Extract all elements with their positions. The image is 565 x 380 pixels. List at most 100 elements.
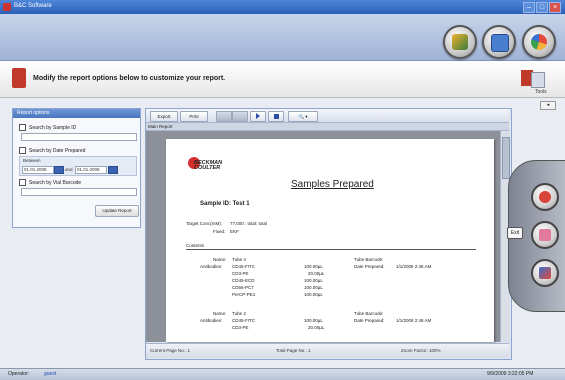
name-value: Tube 4 [232, 257, 246, 262]
exit-button[interactable]: Exit [507, 227, 523, 239]
antibodies-label: Antibodies: [200, 318, 223, 323]
option-vial-barcode[interactable]: Search by Vial Barcode [19, 179, 81, 186]
collapse-button[interactable]: ◂ [540, 101, 556, 110]
date-to-input[interactable]: 01.01.2008 [75, 166, 107, 174]
main-report-tab[interactable]: Main Report [146, 123, 509, 131]
first-page-button[interactable] [216, 111, 232, 122]
play-icon [256, 113, 260, 119]
list-icon [539, 229, 551, 241]
option-sample-id[interactable]: Search by Sample ID [19, 124, 76, 131]
calendar-from-icon[interactable] [54, 166, 64, 174]
close-button[interactable]: × [549, 2, 561, 13]
antibodies-label: Antibodies: [200, 264, 223, 269]
pie-chart-icon [531, 34, 547, 50]
amount: 100.00µL [304, 292, 323, 297]
report-toolbar: Export Print 🔍 ▾ [146, 109, 509, 123]
antibody: CD3-PE [232, 325, 249, 330]
date-prepared-value: 1/1/2008 2:48 AM [396, 318, 432, 323]
operator-value: guest [44, 371, 57, 377]
last-page-button[interactable] [268, 111, 284, 122]
report-book-icon [12, 68, 26, 88]
date-range-box: Between 01.01.2008 and 01.01.2008 [19, 156, 137, 176]
tools-page-icon [531, 72, 545, 88]
tools-label: Tools [535, 89, 547, 95]
sample-id-input[interactable] [21, 133, 137, 141]
amount: 20.00µL [308, 325, 325, 330]
dock-chart-button[interactable] [531, 259, 559, 287]
logo-text: BECKMAN COULTER [194, 160, 223, 171]
name-value: Tube 2 [232, 311, 246, 316]
tube-barcode-label: Tube Barcode: [354, 311, 384, 316]
zoom-dropdown[interactable]: 🔍 ▾ [288, 111, 318, 122]
target-conc-label: Target Conc(mM): [186, 221, 223, 226]
contents-header: Contents [186, 243, 205, 248]
prev-page-button[interactable] [232, 111, 248, 122]
report-icon [539, 191, 551, 203]
amount: 100.00µL [304, 285, 323, 290]
between-label: Between [23, 158, 41, 163]
print-button[interactable]: Print [180, 111, 208, 122]
zoom-factor: Zoom Factor: 100% [401, 348, 441, 353]
report-icon [491, 34, 509, 52]
date-from-input[interactable]: 01.01.2008 [22, 166, 54, 174]
date-prepared-label: Date Prepared: [354, 318, 385, 323]
option-date-prepared[interactable]: Search by Date Prepared [19, 147, 85, 154]
export-button[interactable]: Export [150, 111, 178, 122]
report-title: Samples Prepared [291, 179, 374, 190]
fixed-value: EKF [230, 229, 239, 234]
report-options-panel: Report options Search by Sample ID Searc… [12, 108, 141, 228]
window-title: B&C Software [14, 3, 52, 9]
calendar-to-icon[interactable] [108, 166, 118, 174]
minimize-button[interactable]: ‒ [523, 2, 535, 13]
dock-report-button[interactable] [531, 183, 559, 211]
sample-id: Sample ID: Test 1 [200, 201, 250, 207]
report-status-strip: Current Page No.: 1 Total Page No.: 1 Zo… [146, 343, 509, 358]
target-conc-value: 77,000 : total: total [230, 221, 268, 226]
stop-icon [273, 114, 279, 119]
instruction-text: Modify the report options below to custo… [33, 75, 226, 82]
sample-id-checkbox[interactable] [19, 124, 26, 131]
tube-barcode-label: Tube Barcode: [354, 257, 384, 262]
current-page: Current Page No.: 1 [150, 348, 191, 353]
amount: 100.00µL [304, 264, 323, 269]
report-button[interactable] [482, 25, 516, 59]
antibody: CD56-PC7 [232, 285, 254, 290]
date-prepared-label: Date Prepared: [354, 264, 385, 269]
vial-barcode-input[interactable] [21, 188, 137, 196]
total-pages: Total Page No.: 1 [276, 348, 311, 353]
next-page-button[interactable] [250, 111, 266, 122]
prepare-button[interactable] [443, 25, 477, 59]
dock-list-button[interactable] [531, 221, 559, 249]
date-prepared-value: 1/1/2008 2:48 AM [396, 264, 432, 269]
antibody: CD45-ECD [232, 278, 255, 283]
title-bar: B&C Software ‒ □ × [0, 0, 565, 14]
chart-button[interactable] [522, 25, 556, 59]
amount: 100.00µL [304, 318, 323, 323]
update-report-button[interactable]: Update Report [95, 205, 139, 217]
divider [186, 249, 476, 250]
panel-header: Report options [13, 109, 140, 118]
amount: 20.00µL [308, 271, 325, 276]
date-prepared-checkbox[interactable] [19, 147, 26, 154]
tools-button[interactable] [521, 70, 545, 88]
app-icon [3, 3, 11, 11]
status-bar: Operator: guest 9/9/2009 3:22:05 PM [0, 368, 565, 380]
vial-barcode-checkbox[interactable] [19, 179, 26, 186]
antibody: PerCP-PE1 [232, 292, 256, 297]
name-label: Name: [213, 311, 227, 316]
antibody: CD45-FITC [232, 264, 256, 269]
name-label: Name: [213, 257, 227, 262]
maximize-button[interactable]: □ [536, 2, 548, 13]
scroll-thumb[interactable] [502, 137, 510, 179]
report-page: BECKMAN COULTER Samples Prepared Sample … [166, 139, 494, 342]
amount: 100.00µL [304, 278, 323, 283]
fixed-label: Fixed: [213, 229, 226, 234]
antibody: CD3-PE [232, 271, 249, 276]
chart-icon [539, 267, 551, 279]
datetime: 9/9/2009 3:22:05 PM [487, 371, 534, 377]
header-band [0, 14, 565, 61]
and-label: and [65, 167, 73, 172]
operator-label: Operator: [8, 371, 30, 377]
prepare-icon [452, 34, 468, 50]
antibody: CD45-FITC [232, 318, 256, 323]
